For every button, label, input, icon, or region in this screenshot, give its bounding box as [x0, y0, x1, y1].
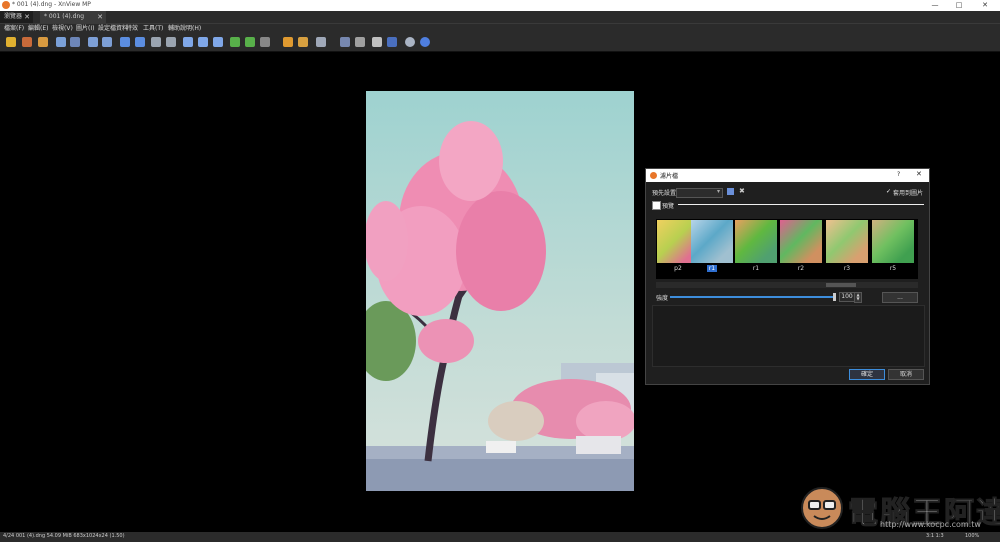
ok-button[interactable]: 確定: [849, 369, 885, 380]
dialog-title: 濾片檔: [660, 173, 679, 180]
filter-thumb[interactable]: [735, 220, 777, 263]
rotate-right-icon[interactable]: [245, 37, 255, 47]
next-icon[interactable]: [135, 37, 145, 47]
dialog-close-button[interactable]: ✕: [916, 170, 922, 178]
menu-tools[interactable]: 工具(T): [143, 24, 163, 34]
full-screen-icon[interactable]: [166, 37, 176, 47]
dialog-app-icon: [650, 172, 657, 179]
settings-icon[interactable]: [405, 37, 415, 47]
thumbnails-icon[interactable]: [38, 37, 48, 47]
tab-image[interactable]: * 001 (4).dng ✕: [40, 11, 106, 23]
zoom-actual-icon[interactable]: [213, 37, 223, 47]
strength-label: 強度: [656, 295, 669, 302]
previous-icon[interactable]: [120, 37, 130, 47]
menu-view[interactable]: 檢視(V): [52, 24, 73, 34]
toolbar: [0, 34, 1000, 52]
strength-slider[interactable]: [670, 296, 835, 298]
help-icon[interactable]: [420, 37, 430, 47]
tab-label: 瀏覽器: [4, 13, 23, 20]
filter-label-selected: r1: [691, 265, 733, 272]
divider: [678, 204, 924, 205]
thumbnail-scrollbar[interactable]: [656, 282, 918, 288]
filter-label: r5: [889, 265, 897, 272]
filter-label: r1: [706, 265, 718, 272]
save-as-icon[interactable]: [70, 37, 80, 47]
menu-effects[interactable]: 特效: [126, 24, 138, 34]
scrollbar-thumb[interactable]: [826, 283, 856, 287]
resize-icon[interactable]: [298, 37, 308, 47]
options-panel: [652, 305, 925, 367]
redo-icon[interactable]: [102, 37, 112, 47]
filter-thumb[interactable]: [872, 220, 914, 263]
preset-label: 預先設置:: [652, 190, 679, 197]
filter-label: r2: [797, 265, 805, 272]
filter-thumb[interactable]: [826, 220, 868, 263]
window-title: * 001 (4).dng - XnView MP: [12, 1, 91, 8]
close-window-button[interactable]: ✕: [974, 0, 996, 11]
undo-icon[interactable]: [88, 37, 98, 47]
rotate-left-icon[interactable]: [230, 37, 240, 47]
delete-preset-icon[interactable]: ✖: [739, 188, 746, 195]
filter-dialog: 濾片檔 ? ✕ 預先設置: ▾ ✖ ✓ 套用到圖片 預覽 p2 r1 r1 r2…: [645, 168, 930, 385]
close-tab-icon[interactable]: ✕: [24, 11, 30, 23]
menu-help[interactable]: 輔助說明(H): [168, 24, 201, 34]
flip-icon[interactable]: [260, 37, 270, 47]
menu-bar: 檔案(F) 編輯(E) 檢視(V) 圖片(I) 設定檔資料 特效 工具(T) 輔…: [0, 24, 1000, 34]
app-icon: [2, 1, 10, 9]
menu-metadata[interactable]: 設定檔資料: [98, 24, 128, 34]
edit-icon[interactable]: [355, 37, 365, 47]
status-file-info: 4/24 001 (4).dng 54.09 MiB 683x1024x24 (…: [3, 533, 125, 539]
save-icon[interactable]: [56, 37, 66, 47]
more-options-button[interactable]: ...: [882, 292, 918, 303]
dialog-help-button[interactable]: ?: [897, 171, 900, 178]
apply-all-label: 套用到圖片: [893, 190, 924, 197]
zoom-out-icon[interactable]: [198, 37, 208, 47]
filter-thumbnails: p2 r1 r1 r2 r3 r5: [656, 219, 918, 279]
watermark-url: http://www.kocpc.com.tw: [880, 520, 981, 529]
filter-label: r1: [752, 265, 760, 272]
print-icon[interactable]: [372, 37, 382, 47]
watermark-mascot: [800, 486, 844, 530]
tab-browser[interactable]: 瀏覽器 ✕: [0, 11, 33, 23]
open-folder-icon[interactable]: [6, 37, 16, 47]
save-preset-icon[interactable]: [727, 188, 734, 195]
filter-thumb[interactable]: [780, 220, 822, 263]
zoom-in-icon[interactable]: [183, 37, 193, 47]
dialog-title-bar: 濾片檔 ? ✕: [646, 169, 929, 182]
adjust-icon[interactable]: [316, 37, 326, 47]
status-bar: 4/24 001 (4).dng 54.09 MiB 683x1024x24 (…: [0, 532, 1000, 542]
preset-dropdown[interactable]: ▾: [676, 188, 723, 198]
fit-window-icon[interactable]: [151, 37, 161, 47]
close-tab-icon[interactable]: ✕: [97, 11, 103, 23]
preview-label: 預覽: [662, 203, 675, 210]
status-ratio: 3:1 1:3: [926, 533, 944, 539]
check-icon[interactable]: ✓: [886, 188, 891, 195]
browse-icon[interactable]: [22, 37, 32, 47]
title-bar: * 001 (4).dng - XnView MP — □ ✕: [0, 0, 1000, 11]
menu-image[interactable]: 圖片(I): [76, 24, 94, 34]
filter-label: r3: [843, 265, 851, 272]
filter-thumb[interactable]: [691, 220, 733, 263]
menu-edit[interactable]: 編輯(E): [28, 24, 48, 34]
preview-checkbox[interactable]: [652, 201, 661, 210]
strength-spinner[interactable]: ▲ ▼: [854, 292, 862, 303]
status-zoom[interactable]: 100%: [965, 533, 979, 539]
crop-icon[interactable]: [283, 37, 293, 47]
tab-label: * 001 (4).dng: [44, 13, 85, 20]
strength-slider-handle[interactable]: [833, 293, 836, 301]
cancel-button[interactable]: 取消: [888, 369, 924, 380]
monitor-icon[interactable]: [387, 37, 397, 47]
maximize-button[interactable]: □: [948, 0, 970, 11]
menu-file[interactable]: 檔案(F): [4, 24, 24, 34]
minimize-button[interactable]: —: [924, 0, 946, 11]
photo-preview: [366, 91, 634, 491]
strength-input[interactable]: 100: [839, 292, 855, 302]
chevron-down-icon: ▾: [716, 188, 720, 195]
tab-bar: 瀏覽器 ✕ * 001 (4).dng ✕: [0, 11, 1000, 24]
slideshow-icon[interactable]: [340, 37, 350, 47]
